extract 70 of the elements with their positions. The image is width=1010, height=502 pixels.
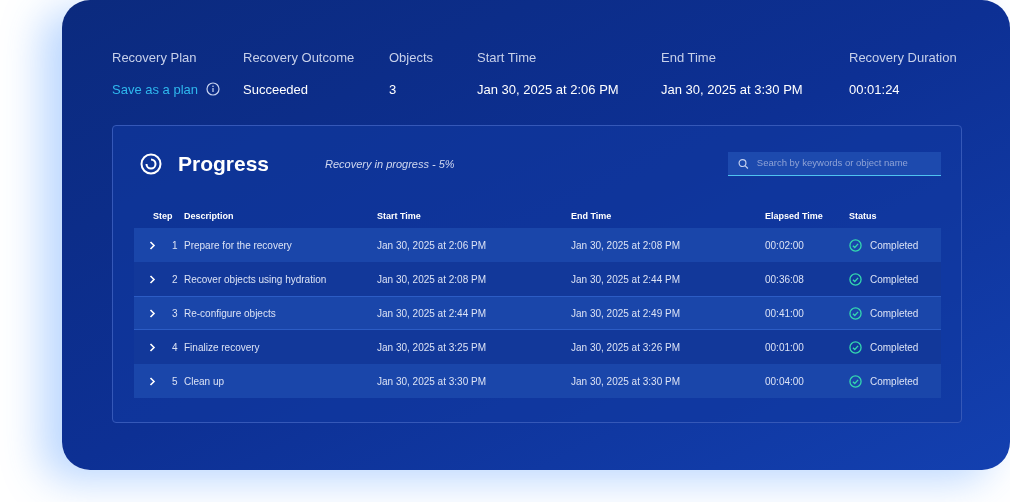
status-text: Completed [870,340,919,355]
table-cell-text: Re-configure objects [184,306,277,321]
info-icon[interactable] [206,82,220,97]
table-row[interactable]: 2 Recover objects using hydration Jan 30, 2025 at 2:08 PM Jan 30, 2025 at 2:44 PM 00:36:08 Completed [134,262,941,296]
table-cell-text: 2 [171,272,179,287]
check-circle-icon [849,340,862,354]
summary-value: 3 [389,80,398,99]
chevron-right-icon[interactable] [149,376,156,386]
summary-label: Recovery Duration [849,49,958,67]
table-row[interactable]: 1 Prepare for the recovery Jan 30, 2025 at 2:06 PM Jan 30, 2025 at 2:08 PM 00:02:00 Completed [134,228,941,262]
search-bar[interactable]: Search by keywords or object name [728,152,941,176]
summary-label: Objects [389,49,435,67]
table-cell-text: Clean up [184,374,226,389]
chevron-right-icon[interactable] [149,342,156,352]
chevron-right-icon[interactable] [149,308,156,318]
summary-value: Jan 30, 2025 at 2:06 PM [477,80,620,99]
chevron-right-icon[interactable] [149,240,156,250]
table-cell-text: Jan 30, 2025 at 2:06 PM [377,238,487,253]
table-cell-text: Finalize recovery [184,340,261,355]
search-field[interactable]: Search by keywords or object name [756,156,931,171]
column-header: Elapsed Time [765,210,824,224]
summary-value: Succeeded [243,80,310,99]
table-cell-text: 00:36:08 [765,272,805,287]
table-row[interactable]: 4 Finalize recovery Jan 30, 2025 at 3:25 PM Jan 30, 2025 at 3:26 PM 00:01:00 Completed [134,330,941,364]
table-cell-text: 3 [171,306,179,321]
check-circle-icon [849,374,862,388]
table-cell-text: 1 [171,238,179,253]
check-circle-icon [849,238,862,252]
table-cell-text: Jan 30, 2025 at 2:44 PM [571,272,681,287]
table-cell-text: Recover objects using hydration [184,272,328,287]
chevron-right-icon[interactable] [149,274,156,284]
table-cell-text: 5 [171,374,179,389]
status-text: Completed [870,374,919,389]
table-cell-text: Jan 30, 2025 at 3:25 PM [377,340,487,355]
column-header: Status [849,210,878,224]
progress-subtitle: Recovery in progress - 5% [325,156,455,172]
table-cell-text: Jan 30, 2025 at 2:08 PM [377,272,487,287]
table-cell-text: Jan 30, 2025 at 2:49 PM [571,306,681,321]
summary-label: Recovery Outcome [243,49,356,67]
table-cell-text: Jan 30, 2025 at 2:08 PM [571,238,681,253]
check-circle-icon [849,306,862,320]
table-row[interactable]: 5 Clean up Jan 30, 2025 at 3:30 PM Jan 30, 2025 at 3:30 PM 00:04:00 Completed [134,364,941,398]
table-cell-text: Prepare for the recovery [184,238,293,253]
column-header: End Time [571,210,613,224]
table-cell-text: 00:01:00 [765,340,805,355]
table-cell-text: Jan 30, 2025 at 3:26 PM [571,340,681,355]
status-text: Completed [870,272,919,287]
table-cell-text: Jan 30, 2025 at 3:30 PM [571,374,681,389]
table-row[interactable]: 3 Re-configure objects Jan 30, 2025 at 2:44 PM Jan 30, 2025 at 2:49 PM 00:41:00 Completed [134,296,941,330]
search-icon [738,157,749,170]
save-plan-link[interactable]: Save as a plan [112,79,198,99]
summary-value: 00:01:24 [849,80,901,99]
progress-icon [140,153,162,175]
table-cell-text: Jan 30, 2025 at 3:30 PM [377,374,487,389]
table-cell-text: 00:41:00 [765,306,805,321]
check-circle-icon [849,272,862,286]
progress-title: Progress [178,151,270,178]
table-cell-text: 00:02:00 [765,238,805,253]
column-header: Step [152,210,174,224]
summary-value: Jan 30, 2025 at 3:30 PM [661,80,804,99]
table-cell-text: Jan 30, 2025 at 2:44 PM [377,306,487,321]
summary-label: Start Time [477,49,538,67]
table-cell-text: 4 [171,340,179,355]
status-text: Completed [870,238,919,253]
column-header: Start Time [377,210,422,224]
status-text: Completed [870,306,919,321]
summary-label: End Time [661,49,717,67]
summary-label: Recovery Plan [112,49,198,67]
column-header: Description [184,210,235,224]
table-cell-text: 00:04:00 [765,374,805,389]
